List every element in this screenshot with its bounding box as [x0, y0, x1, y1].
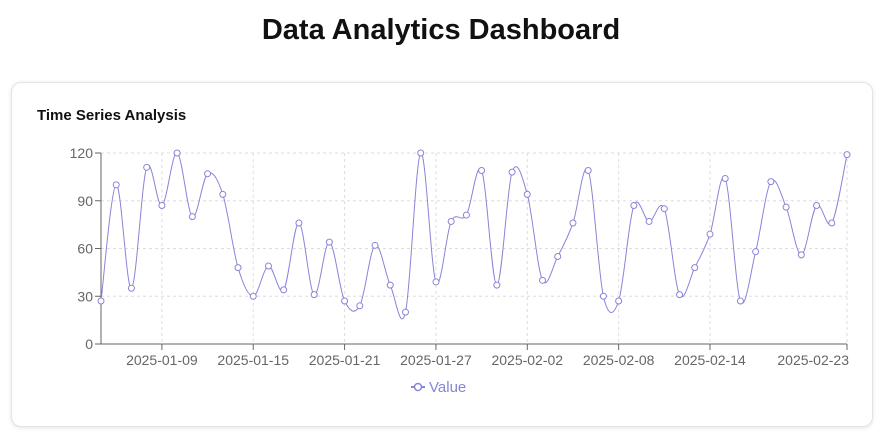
data-point[interactable]: [280, 286, 288, 294]
data-point[interactable]: [341, 297, 349, 305]
chart-card: Time Series Analysis 0 30 60 90 120 2025-01-0…: [11, 82, 873, 427]
data-point[interactable]: [310, 291, 318, 299]
data-point[interactable]: [630, 202, 638, 210]
data-point[interactable]: [401, 308, 409, 316]
data-point[interactable]: [219, 190, 227, 198]
y-tick-label: 0: [85, 336, 93, 352]
data-point[interactable]: [143, 163, 151, 171]
data-point[interactable]: [615, 297, 623, 305]
y-tick-label: 30: [77, 288, 93, 304]
data-point[interactable]: [97, 297, 105, 305]
data-point[interactable]: [843, 151, 851, 159]
data-point[interactable]: [752, 248, 760, 256]
data-point[interactable]: [706, 230, 714, 238]
data-point[interactable]: [782, 203, 790, 211]
data-point[interactable]: [325, 238, 333, 246]
data-point[interactable]: [417, 149, 425, 157]
data-point[interactable]: [691, 264, 699, 272]
x-tick-label: 2025-02-14: [674, 352, 746, 368]
x-tick-label: 2025-01-27: [400, 352, 472, 368]
data-point[interactable]: [554, 252, 562, 260]
data-point[interactable]: [569, 219, 577, 227]
data-point[interactable]: [249, 292, 257, 300]
data-point[interactable]: [127, 284, 135, 292]
data-point[interactable]: [797, 251, 805, 259]
data-point[interactable]: [234, 264, 242, 272]
data-point[interactable]: [539, 276, 547, 284]
legend-label-value[interactable]: Value: [429, 379, 466, 396]
y-tick-label: 120: [70, 145, 94, 161]
data-point[interactable]: [508, 168, 516, 176]
series-line-value: [100, 152, 848, 320]
x-tick-label: 2025-01-15: [217, 352, 289, 368]
chart-series: [97, 149, 851, 320]
data-point[interactable]: [356, 302, 364, 310]
data-point[interactable]: [173, 149, 181, 157]
x-tick-label: 2025-02-02: [491, 352, 563, 368]
data-point[interactable]: [493, 281, 501, 289]
chart-grid: [100, 152, 848, 345]
data-point[interactable]: [584, 167, 592, 175]
x-tick-label: 2025-01-21: [309, 352, 381, 368]
data-point[interactable]: [462, 211, 470, 219]
data-point[interactable]: [828, 219, 836, 227]
y-tick-label: 60: [77, 241, 93, 257]
data-point[interactable]: [721, 174, 729, 182]
x-tick-label: 2025-01-09: [126, 352, 198, 368]
data-point[interactable]: [432, 278, 440, 286]
time-series-chart: 0 30 60 90 120 2025-01-09 2025-01-15 2025-01-21…: [70, 145, 851, 396]
data-point[interactable]: [813, 202, 821, 210]
data-point[interactable]: [158, 202, 166, 210]
data-point[interactable]: [295, 219, 303, 227]
chart-axes: 0 30 60 90 120 2025-01-09 2025-01-15 2025-01-21…: [70, 145, 850, 368]
data-point[interactable]: [736, 297, 744, 305]
data-point[interactable]: [204, 170, 212, 178]
x-tick-label: 2025-02-08: [583, 352, 655, 368]
x-tick-label: 2025-02-23: [777, 352, 849, 368]
legend-marker-icon: [413, 382, 423, 392]
data-point[interactable]: [599, 292, 607, 300]
data-point[interactable]: [447, 217, 455, 225]
data-point[interactable]: [676, 291, 684, 299]
data-point[interactable]: [767, 178, 775, 186]
data-point[interactable]: [386, 281, 394, 289]
data-point[interactable]: [523, 190, 531, 198]
data-point[interactable]: [112, 181, 120, 189]
data-point[interactable]: [264, 262, 272, 270]
data-point[interactable]: [645, 217, 653, 225]
data-point[interactable]: [371, 241, 379, 249]
chart-legend[interactable]: Value: [411, 379, 466, 396]
y-tick-label: 90: [77, 193, 93, 209]
page-title: Data Analytics Dashboard: [261, 14, 621, 46]
data-point[interactable]: [478, 167, 486, 175]
data-point[interactable]: [660, 205, 668, 213]
data-point[interactable]: [188, 213, 196, 221]
